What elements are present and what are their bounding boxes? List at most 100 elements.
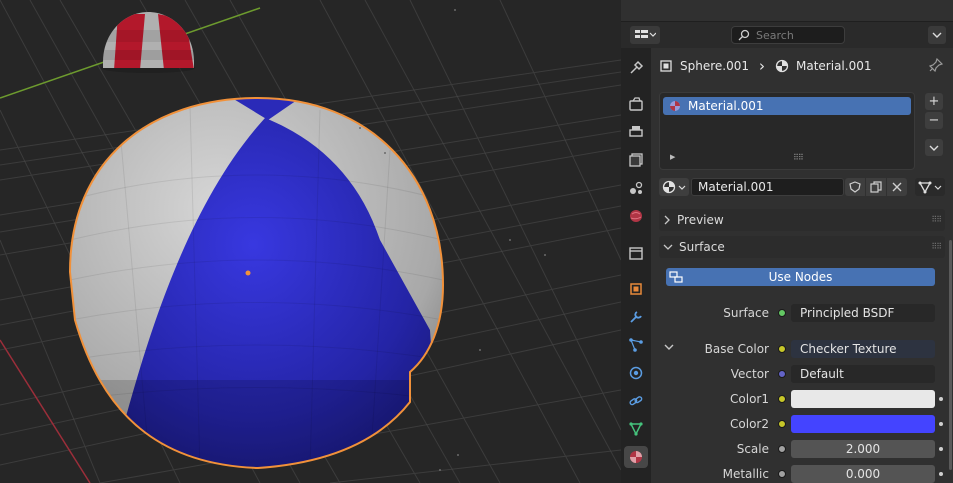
panel-grip-icon[interactable]: ⠿⠿ xyxy=(931,215,942,224)
scale-number-field[interactable]: 2.000 xyxy=(791,440,935,458)
world-icon xyxy=(630,210,642,222)
link-mode-dropdown[interactable] xyxy=(915,178,945,196)
material-icon xyxy=(630,451,642,463)
property-label: Surface xyxy=(723,306,769,320)
tool-icon xyxy=(630,60,644,74)
resize-grip-icon[interactable]: ⠿⠿ xyxy=(793,153,804,162)
color2-swatch[interactable] xyxy=(791,415,935,433)
tab-world[interactable] xyxy=(624,205,648,227)
node-tree-icon xyxy=(669,271,683,283)
socket-icon[interactable] xyxy=(778,420,786,428)
property-base-color: Base Color Checker Texture xyxy=(659,339,945,359)
panel-grip-icon[interactable]: ⠿⠿ xyxy=(931,242,942,251)
options-chevron-button[interactable] xyxy=(928,26,946,44)
render-icon xyxy=(629,97,643,111)
search-icon xyxy=(738,29,750,41)
remove-slot-button[interactable]: − xyxy=(925,112,943,129)
tab-object-data[interactable] xyxy=(624,418,648,440)
close-icon xyxy=(892,182,902,192)
tab-render[interactable] xyxy=(624,93,648,115)
chevron-down-icon xyxy=(663,244,673,250)
list-item[interactable]: Material.001 xyxy=(663,97,911,115)
socket-icon[interactable] xyxy=(778,345,786,353)
chevron-down-icon[interactable] xyxy=(663,343,675,353)
tab-material[interactable] xyxy=(624,446,648,468)
surface-shader-field[interactable]: Principled BSDF xyxy=(791,304,935,322)
property-color2: Color2 xyxy=(659,414,945,434)
scene-icon xyxy=(630,181,643,194)
socket-icon[interactable] xyxy=(778,395,786,403)
search-input[interactable] xyxy=(756,28,842,42)
material-datablock-row: Material.001 xyxy=(659,178,945,196)
tab-constraints[interactable] xyxy=(624,390,648,412)
browse-material-button[interactable] xyxy=(659,178,689,196)
chevron-down-icon xyxy=(929,145,939,151)
panel-surface-header[interactable]: Surface ⠿⠿ xyxy=(659,236,945,258)
unlink-material-button[interactable] xyxy=(887,178,907,196)
chevron-down-icon xyxy=(932,32,942,38)
tab-modifiers[interactable] xyxy=(624,306,648,328)
output-icon xyxy=(629,126,643,137)
tab-particles[interactable] xyxy=(624,334,648,356)
property-metallic: Metallic 0.000 xyxy=(659,464,945,483)
property-color1: Color1 xyxy=(659,389,945,409)
editor-type-button[interactable] xyxy=(630,26,660,44)
keyframe-dot-icon[interactable] xyxy=(939,397,943,401)
particles-icon xyxy=(629,338,643,352)
modifier-icon xyxy=(630,311,642,323)
add-slot-button[interactable]: + xyxy=(925,93,943,110)
properties-editor-icon xyxy=(635,30,656,38)
keyframe-dot-icon[interactable] xyxy=(939,472,943,476)
panel-surface-title: Surface xyxy=(679,240,725,254)
panel-preview-title: Preview xyxy=(677,213,724,227)
tab-view-layer[interactable] xyxy=(624,149,648,171)
breadcrumb-object: Sphere.001 xyxy=(680,59,749,73)
keyframe-dot-icon[interactable] xyxy=(939,422,943,426)
socket-icon[interactable] xyxy=(778,309,786,317)
properties-scrollbar[interactable] xyxy=(949,240,952,470)
material-slot-list[interactable]: Material.001 ▶ ⠿⠿ xyxy=(659,92,915,170)
properties-tabs xyxy=(621,48,651,483)
vector-link-field[interactable]: Default xyxy=(791,365,935,383)
tab-tool[interactable] xyxy=(624,57,648,79)
tab-output[interactable] xyxy=(624,121,648,143)
slot-specials-button[interactable] xyxy=(925,139,943,156)
socket-icon[interactable] xyxy=(778,370,786,378)
breadcrumb-material: Material.001 xyxy=(796,59,872,73)
property-label: Vector xyxy=(730,367,769,381)
base-color-link-field[interactable]: Checker Texture xyxy=(791,340,935,358)
panel-preview-header[interactable]: Preview ⠿⠿ xyxy=(659,209,945,231)
material-name-field[interactable]: Material.001 xyxy=(691,178,844,196)
chevron-right-icon xyxy=(664,215,670,225)
chevron-down-icon xyxy=(934,185,942,190)
tab-scene[interactable] xyxy=(624,177,648,199)
tab-object[interactable] xyxy=(624,278,648,300)
physics-icon xyxy=(629,366,643,380)
material-icon xyxy=(670,101,680,111)
fake-user-button[interactable] xyxy=(845,178,865,196)
property-label: Base Color xyxy=(704,342,769,356)
3d-viewport[interactable] xyxy=(0,0,621,483)
property-label: Scale xyxy=(736,442,769,456)
property-vector: Vector Default xyxy=(659,364,945,384)
material-properties-content: Sphere.001 › Material.001 Material.001 ▶… xyxy=(651,48,953,483)
pin-button[interactable] xyxy=(928,57,944,75)
keyframe-dot-icon[interactable] xyxy=(939,447,943,451)
color1-swatch[interactable] xyxy=(791,390,935,408)
socket-icon[interactable] xyxy=(778,445,786,453)
breadcrumb-separator: › xyxy=(759,57,765,75)
socket-icon[interactable] xyxy=(778,470,786,478)
metallic-number-field[interactable]: 0.000 xyxy=(791,465,935,483)
tab-collection[interactable] xyxy=(624,242,648,264)
use-nodes-toggle[interactable]: Use Nodes xyxy=(666,268,935,286)
object-icon xyxy=(630,283,642,295)
object-data-icon xyxy=(918,181,932,194)
object-icon xyxy=(660,60,672,72)
duplicate-icon xyxy=(870,181,882,193)
duplicate-material-button[interactable] xyxy=(866,178,886,196)
tab-physics[interactable] xyxy=(624,362,648,384)
object-origin-point xyxy=(245,270,251,276)
expand-arrow-icon[interactable]: ▶ xyxy=(670,153,675,161)
properties-search[interactable] xyxy=(731,26,845,44)
material-icon xyxy=(775,59,789,73)
